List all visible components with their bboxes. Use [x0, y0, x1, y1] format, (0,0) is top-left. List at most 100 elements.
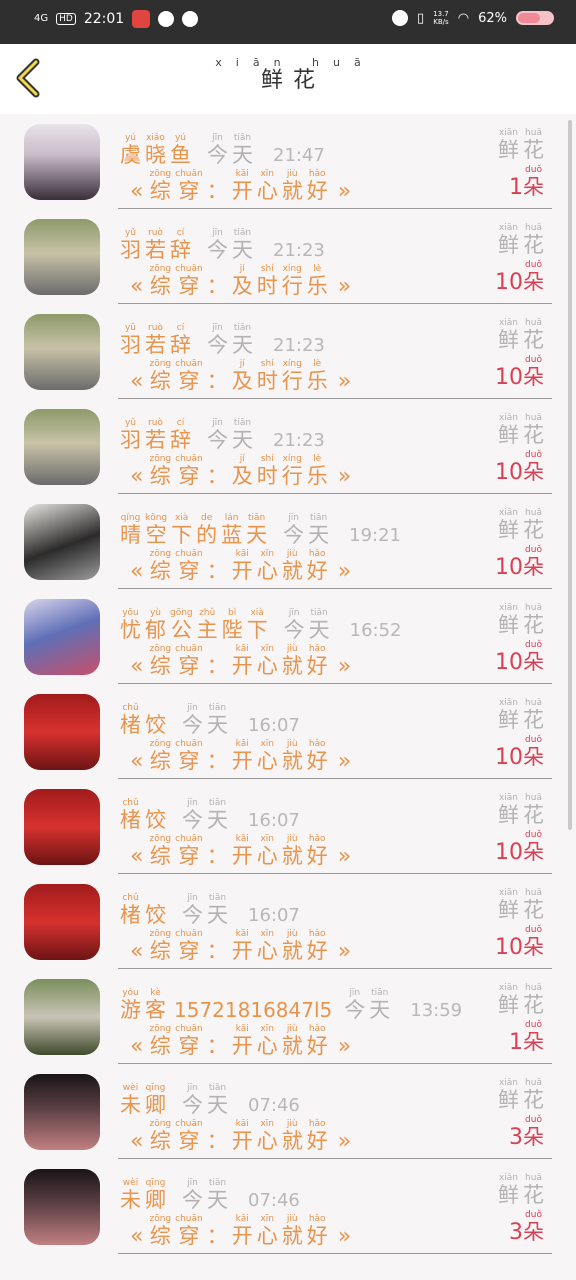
sender-name-char: kè 客	[145, 988, 166, 1023]
sender-name-char: zhǔ 主	[197, 608, 218, 643]
list-item[interactable]: qíng 晴 kōng 空 xià 下 de 的 lán 蓝 tiān 天 jīn 今 tiān 天 19:21…	[0, 494, 576, 589]
avatar[interactable]	[24, 979, 100, 1055]
sender-name-char: xià 下	[171, 513, 192, 548]
book-title-char-pinyin: hǎo	[308, 1119, 326, 1129]
list-item[interactable]: yōu 忧 yù 郁 gōng 公 zhǔ 主 bì 陛 xià 下 jīn 今 tiān 天 16:52 «zō…	[0, 589, 576, 684]
gift-unit: duǒ 朵	[523, 450, 544, 485]
avatar[interactable]	[24, 789, 100, 865]
list-item[interactable]: yǔ 羽 ruò 若 cí 辞 jīn 今 tiān 天 21:23 «zōng 综 chuān 穿： jí 及…	[0, 399, 576, 494]
sender-name-char: yǔ 羽	[120, 228, 141, 263]
book-title-char-pinyin: kāi	[235, 1214, 249, 1224]
list-item[interactable]: chǔ 楮饺 jīn 今 tiān 天 16:07 «zōng 综 chuān 穿： kāi 开 xīn 心…	[0, 874, 576, 969]
sender-name: chǔ 楮饺	[120, 893, 170, 928]
book-title-char-pinyin: zōng	[149, 1024, 172, 1034]
gift-type-char-pinyin: huā	[525, 413, 542, 423]
book-title-char-char: 乐	[306, 369, 328, 393]
sender-name-char: yù 郁	[145, 608, 166, 643]
sender-name: yǔ 羽 ruò 若 cí 辞	[120, 228, 195, 263]
list-item[interactable]: wèi 未 qīng 卿 jīn 今 tiān 天 07:46 «zōng 综 chuān 穿： kāi 开…	[0, 1159, 576, 1254]
gift-info: xiān 鲜 huā 花 10 duǒ 朵	[488, 603, 548, 675]
app-header: xiān huā 鲜花	[0, 44, 576, 114]
list-item[interactable]: yǔ 羽 ruò 若 cí 辞 jīn 今 tiān 天 21:23 «zōng 综 chuān 穿： jí 及…	[0, 304, 576, 399]
gift-count: 3	[509, 1220, 523, 1245]
book-title-char: jiù 就	[282, 1119, 303, 1154]
book-title-char-char: 及	[231, 369, 253, 393]
sender-name-char: bì 陛	[222, 608, 243, 643]
book-title-char-char: ：	[206, 844, 228, 868]
gift-type: xiān 鲜 huā 花	[488, 318, 548, 353]
date-char-pinyin: tiān	[233, 418, 252, 428]
book-title-char-char: ：	[206, 1129, 228, 1153]
book-title-char: lè 乐	[307, 454, 328, 489]
book-title-char-pinyin: zōng	[149, 359, 172, 369]
avatar[interactable]	[24, 1074, 100, 1150]
book-title-char-pinyin: kāi	[235, 1119, 249, 1129]
battery-percent: 62%	[478, 10, 507, 26]
avatar[interactable]	[24, 1169, 100, 1245]
gift-type-char: huā 花	[523, 698, 544, 733]
book-title-char-pinyin: xīn	[260, 739, 274, 749]
book-title-char-char: 心	[256, 1129, 278, 1153]
avatar[interactable]	[24, 314, 100, 390]
book-title-char-char: 穿	[178, 1129, 200, 1153]
gift-unit-pinyin: duǒ	[525, 545, 542, 555]
sender-name-char: xià 下	[247, 608, 268, 643]
sender-name-char: tiān 天	[246, 513, 267, 548]
book-title-char-pinyin: jiù	[286, 549, 298, 559]
avatar[interactable]	[24, 409, 100, 485]
book-title-char: ：	[207, 369, 228, 394]
avatar[interactable]	[24, 599, 100, 675]
book-title-char: ：	[207, 1034, 228, 1059]
book-title-char: shí 时	[257, 264, 278, 299]
book-title-char: hǎo 好	[307, 929, 328, 964]
list-item[interactable]: yǔ 羽 ruò 若 cí 辞 jīn 今 tiān 天 21:23 «zōng 综 chuān 穿： jí 及…	[0, 209, 576, 304]
date-char: tiān 天	[207, 893, 228, 928]
sender-name-char: cí 辞	[170, 323, 191, 358]
gift-count: 10	[495, 650, 523, 675]
quote-close: »	[337, 559, 352, 584]
gift-unit-pinyin: duǒ	[525, 925, 542, 935]
book-title-char-char: 好	[306, 1034, 328, 1058]
list-item[interactable]: wèi 未 qīng 卿 jīn 今 tiān 天 07:46 «zōng 综 chuān 穿： kāi 开…	[0, 1064, 576, 1159]
avatar[interactable]	[24, 124, 100, 200]
gift-type: xiān 鲜 huā 花	[488, 508, 548, 543]
gift-type-char: huā 花	[523, 983, 544, 1018]
gift-count: 10	[495, 840, 523, 865]
list-item[interactable]: yóu 游 kè 客 15721816847l5 jīn 今 tiān 天 13:59 «zōng 综…	[0, 969, 576, 1064]
sender-name: yǔ 羽 ruò 若 cí 辞	[120, 323, 195, 358]
gift-count-line: 10 duǒ 朵	[488, 355, 548, 390]
book-title-char-pinyin: chuān	[175, 549, 203, 559]
avatar[interactable]	[24, 219, 100, 295]
date-char: tiān 天	[232, 228, 253, 263]
gift-count: 1	[509, 1030, 523, 1055]
sender-line: yǔ 羽 ruò 若 cí 辞 jīn 今 tiān 天 21:23	[120, 413, 325, 453]
list-item[interactable]: yú 虞 xiǎo 晓 yú 鱼 jīn 今 tiān 天 21:47 «zōng 综 chuān 穿： kā…	[0, 114, 576, 209]
book-title-char: chuān 穿	[175, 359, 203, 394]
sender-name-char: wèi 未	[120, 1083, 141, 1118]
gift-count: 10	[495, 555, 523, 580]
gift-info: xiān 鲜 huā 花 10 duǒ 朵	[488, 698, 548, 770]
list-item[interactable]: chǔ 楮饺 jīn 今 tiān 天 16:07 «zōng 综 chuān 穿： kāi 开 xīn 心…	[0, 779, 576, 874]
book-title-char: jí 及	[232, 359, 253, 394]
book-title-char: kāi 开	[232, 834, 253, 869]
gift-type-char: xiān 鲜	[498, 128, 519, 163]
date-label: jīn 今 tiān 天	[182, 703, 232, 738]
gift-unit: duǒ 朵	[523, 165, 544, 200]
sender-name-char: lán 蓝	[221, 513, 242, 548]
avatar[interactable]	[24, 504, 100, 580]
book-title-char-char: 开	[231, 1224, 253, 1248]
avatar[interactable]	[24, 694, 100, 770]
book-title-char-char: ：	[206, 654, 228, 678]
gift-type: xiān 鲜 huā 花	[488, 1173, 548, 1208]
book-title-char: xīn 心	[257, 834, 278, 869]
gift-info: xiān 鲜 huā 花 1 duǒ 朵	[488, 983, 548, 1055]
book-title-char: shí 时	[257, 359, 278, 394]
book-title-char-char: ：	[206, 179, 228, 203]
gift-info: xiān 鲜 huā 花 1 duǒ 朵	[488, 128, 548, 200]
date-char-pinyin: jīn	[212, 418, 223, 428]
avatar[interactable]	[24, 884, 100, 960]
list-item[interactable]: chǔ 楮饺 jīn 今 tiān 天 16:07 «zōng 综 chuān 穿： kāi 开 xīn 心…	[0, 684, 576, 779]
scrollbar[interactable]	[568, 120, 572, 830]
book-title: «zōng 综 chuān 穿： kāi 开 xīn 心 jiù 就 hǎo 好»	[124, 1209, 357, 1249]
book-title-char: zōng 综	[149, 834, 171, 869]
